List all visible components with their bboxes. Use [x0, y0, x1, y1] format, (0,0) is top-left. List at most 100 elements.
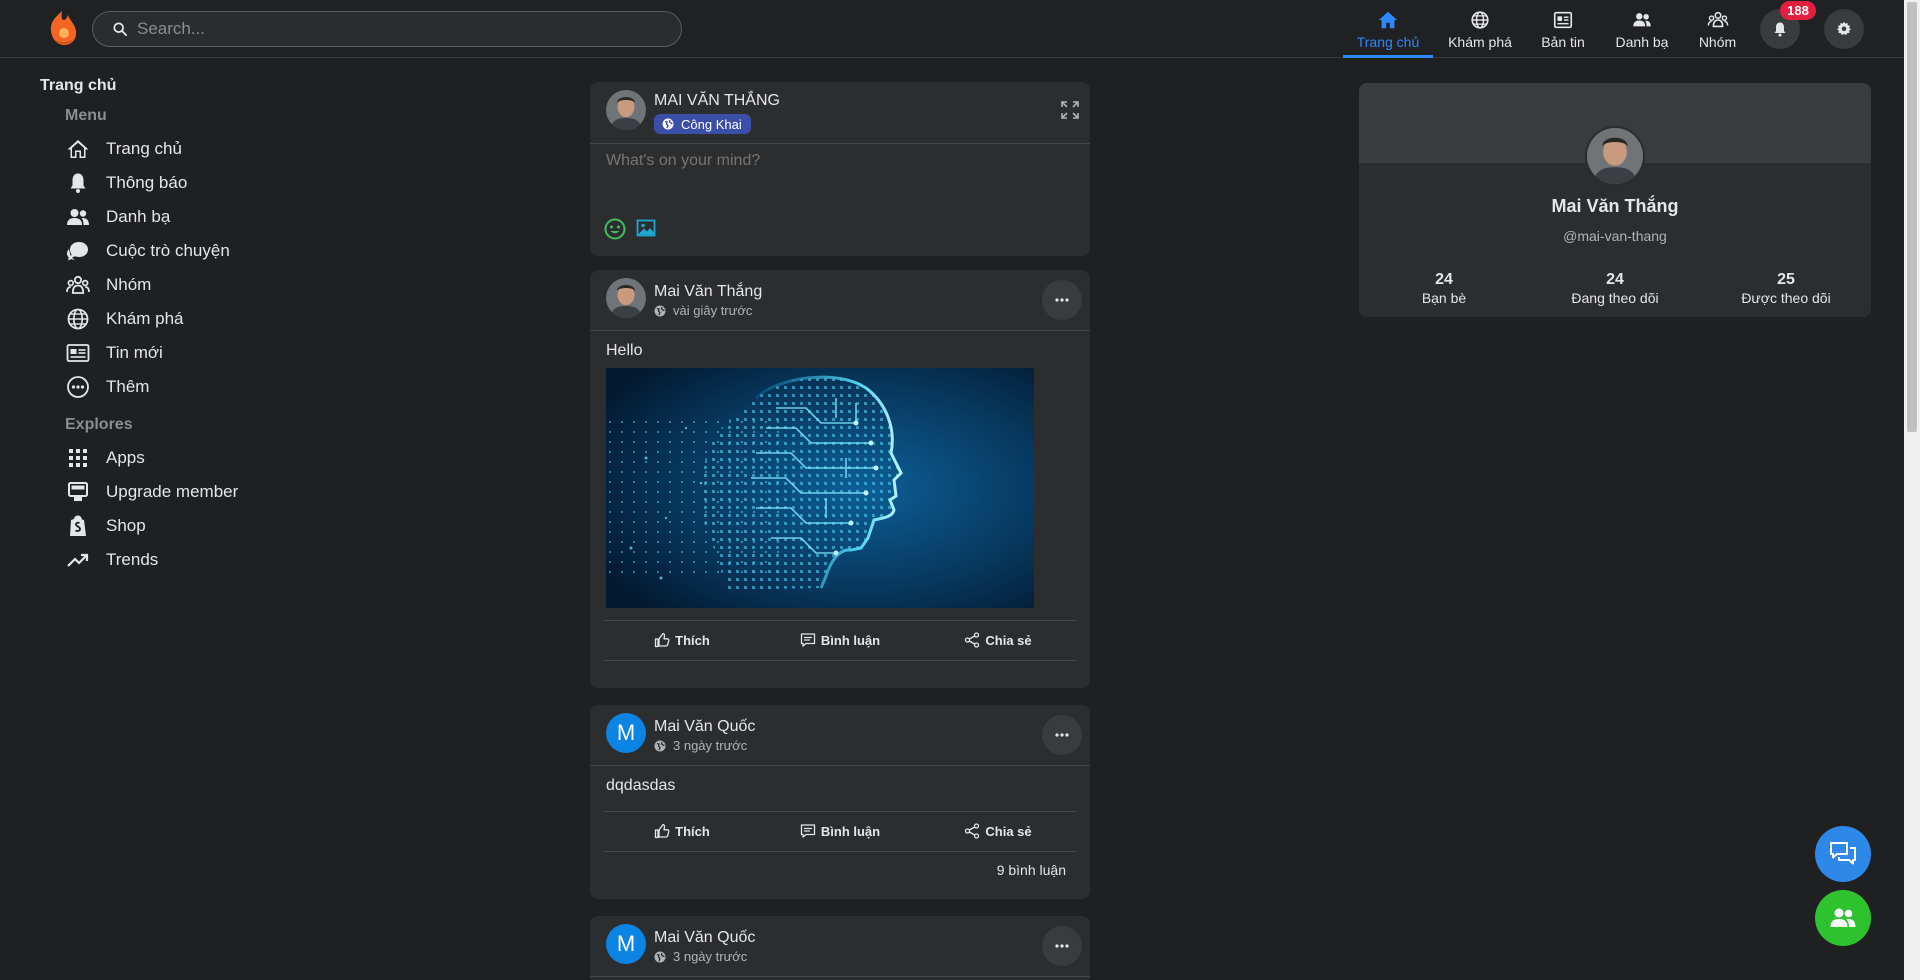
sidebar-item-label: Upgrade member: [106, 482, 239, 501]
contacts-icon: [1633, 13, 1651, 27]
post-author-name[interactable]: Mai Văn Quốc: [654, 718, 755, 736]
nav-tab-news[interactable]: Bản tin: [1523, 0, 1603, 58]
chat-fab-button[interactable]: [1815, 826, 1871, 882]
app-logo[interactable]: [44, 9, 80, 47]
composer-avatar[interactable]: [606, 90, 646, 130]
sidebar-item-label: Apps: [106, 448, 145, 467]
globe-icon: [654, 305, 666, 316]
nav-tab-label: Danh bạ: [1615, 34, 1669, 50]
search-input[interactable]: [137, 19, 657, 39]
post-author-avatar[interactable]: M: [606, 713, 646, 753]
smiley-icon: [604, 218, 626, 240]
sidebar-item-contacts[interactable]: Danh bạ: [66, 202, 326, 232]
expand-button[interactable]: [1060, 100, 1080, 120]
sidebar-item-shop[interactable]: Shop: [66, 511, 326, 541]
post-divider: [590, 976, 1090, 977]
nav-tab-label: Khám phá: [1448, 34, 1512, 50]
sidebar-menu-heading: Menu: [65, 107, 107, 124]
share-button[interactable]: Chia sẻ: [919, 812, 1077, 850]
sidebar-item-groups[interactable]: Nhóm: [66, 270, 326, 300]
actions-divider-bottom: [603, 660, 1077, 661]
emoji-button[interactable]: [604, 218, 626, 240]
sidebar-item-notifications[interactable]: Thông báo: [66, 168, 326, 198]
scrollbar-thumb[interactable]: [1907, 2, 1917, 432]
sidebar-item-news[interactable]: Tin mới: [66, 338, 326, 368]
like-button[interactable]: Thích: [603, 812, 761, 850]
composer-textarea[interactable]: [606, 152, 1066, 200]
post-options-button[interactable]: [1042, 926, 1082, 966]
sidebar-item-label: Shop: [106, 516, 146, 535]
home-icon: [67, 140, 89, 158]
stat-friends[interactable]: 24 Bạn bè: [1359, 271, 1529, 306]
post-options-button[interactable]: [1042, 280, 1082, 320]
sidebar-item-upgrade[interactable]: Upgrade member: [66, 477, 326, 507]
upgrade-icon: [68, 482, 88, 501]
share-icon: [965, 632, 980, 648]
share-button[interactable]: Chia sẻ: [919, 621, 1077, 659]
globe-icon: [662, 118, 674, 130]
sidebar-item-apps[interactable]: Apps: [66, 443, 326, 473]
more-horizontal-icon: [1055, 298, 1069, 302]
like-button[interactable]: Thích: [603, 621, 761, 659]
ai-circuit-head-image: [606, 368, 1034, 608]
sidebar-title: Trang chủ: [40, 77, 117, 94]
contacts-fab-button[interactable]: [1815, 890, 1871, 946]
search-icon: [113, 22, 127, 36]
like-label: Thích: [675, 823, 710, 839]
post-image[interactable]: [606, 368, 1034, 608]
page-scrollbar[interactable]: [1904, 0, 1920, 980]
post-text: dqdasdas: [606, 777, 676, 794]
post-author-name[interactable]: Mai Văn Quốc: [654, 929, 755, 947]
sidebar-item-conversations[interactable]: Cuộc trò chuyện: [66, 236, 326, 266]
settings-button[interactable]: [1824, 9, 1864, 49]
image-icon: [636, 219, 656, 237]
comment-button[interactable]: Bình luận: [761, 621, 919, 659]
profile-name[interactable]: Mai Văn Thắng: [1359, 196, 1871, 217]
post-card: M Mai Văn Quốc 3 ngày trước: [590, 916, 1090, 980]
nav-tab-label: Nhóm: [1698, 34, 1737, 50]
sidebar-item-home[interactable]: Trang chủ: [66, 134, 326, 164]
post-text: Hello: [606, 342, 643, 359]
post-options-button[interactable]: [1042, 715, 1082, 755]
nav-tab-home[interactable]: Trang chủ: [1343, 0, 1433, 58]
home-icon: [1378, 11, 1398, 29]
privacy-selector[interactable]: Công Khai: [654, 114, 751, 134]
stat-followers[interactable]: 25 Được theo dõi: [1701, 271, 1871, 306]
globe-icon: [1471, 11, 1489, 29]
post-time: vài giây trước: [673, 303, 753, 318]
stat-label: Được theo dõi: [1741, 290, 1831, 306]
stat-following[interactable]: 24 Đang theo dõi: [1530, 271, 1700, 306]
sidebar-item-more[interactable]: Thêm: [66, 372, 326, 402]
composer-divider: [590, 143, 1090, 144]
comment-button[interactable]: Bình luận: [761, 812, 919, 850]
users-icon: [1830, 908, 1856, 927]
expand-icon: [1061, 101, 1079, 119]
post-card: Mai Văn Thắng vài giây trước Hello Thích…: [590, 270, 1090, 688]
search-bar[interactable]: [92, 11, 682, 47]
post-actions: Thích Bình luận Chia sẻ: [603, 621, 1077, 659]
sidebar-item-label: Danh bạ: [106, 207, 171, 226]
nav-tab-explore[interactable]: Khám phá: [1440, 0, 1520, 58]
post-author-avatar[interactable]: M: [606, 924, 646, 964]
share-label: Chia sẻ: [985, 632, 1032, 648]
sidebar-item-trends[interactable]: Trends: [66, 545, 326, 575]
group-icon: [66, 275, 90, 294]
user-photo: [606, 278, 646, 318]
thumbs-up-icon: [655, 632, 670, 648]
user-photo: [606, 90, 646, 130]
nav-tab-contacts[interactable]: Danh bạ: [1602, 0, 1682, 58]
post-divider: [590, 765, 1090, 766]
photo-button[interactable]: [636, 218, 656, 238]
actions-divider-bottom: [603, 851, 1077, 852]
sidebar-item-explore[interactable]: Khám phá: [66, 304, 326, 334]
comment-label: Bình luận: [820, 823, 881, 839]
globe-icon: [67, 308, 89, 330]
profile-avatar[interactable]: [1585, 126, 1645, 186]
more-circle-icon: [67, 376, 89, 398]
nav-tab-groups[interactable]: Nhóm: [1680, 0, 1755, 58]
post-author-avatar[interactable]: [606, 278, 646, 318]
sidebar-item-label: Cuộc trò chuyện: [106, 241, 230, 260]
stat-value: 24: [1606, 271, 1624, 288]
comments-count-link[interactable]: 9 bình luận: [997, 862, 1066, 878]
post-author-name[interactable]: Mai Văn Thắng: [654, 283, 762, 301]
